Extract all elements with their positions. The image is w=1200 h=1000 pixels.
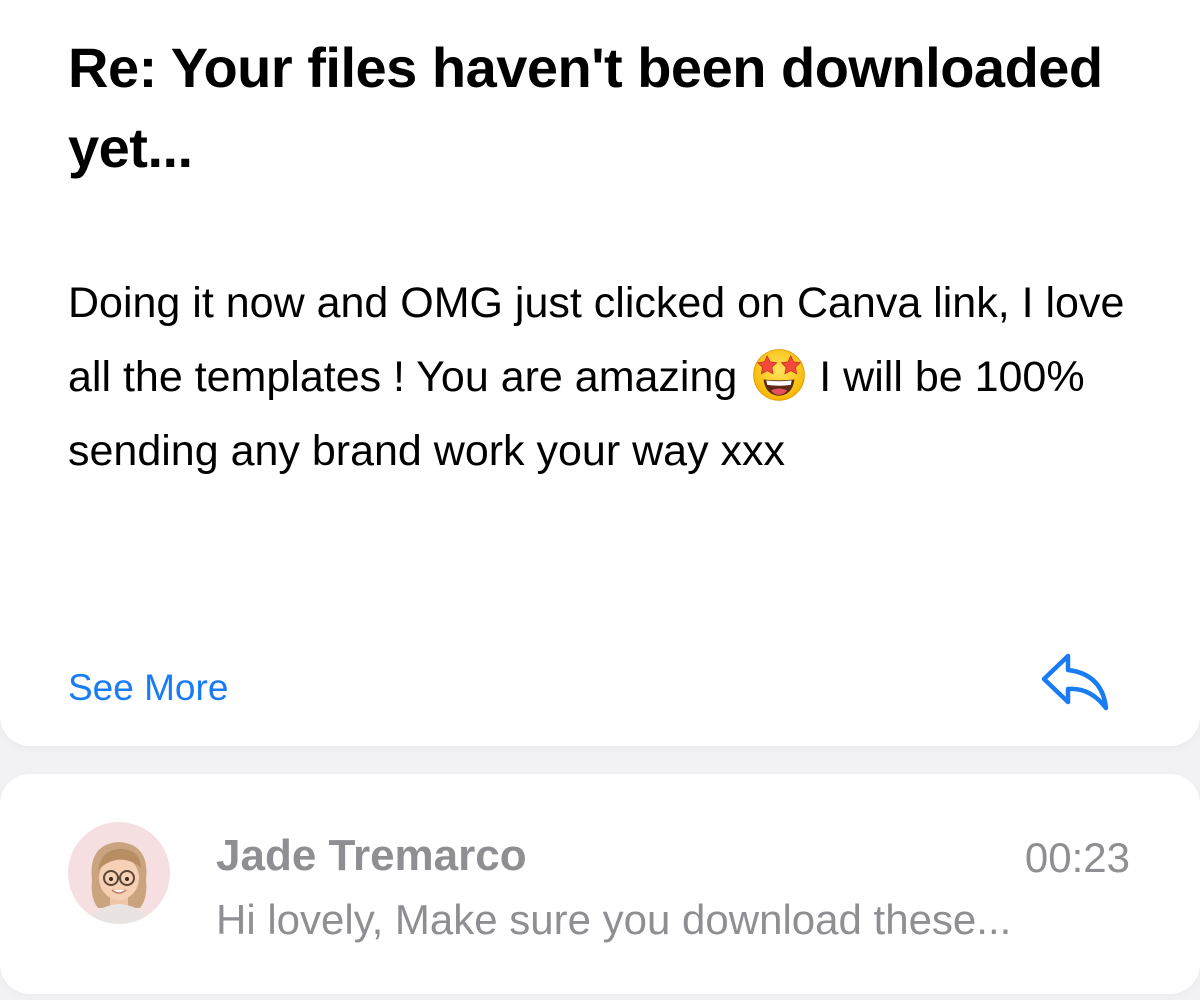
collapsed-message-card[interactable]: Jade Tremarco 00:23 Hi lovely, Make sure…	[0, 774, 1200, 994]
reply-icon[interactable]	[1036, 646, 1116, 718]
message-preview: Hi lovely, Make sure you download these.…	[216, 896, 1012, 943]
sender-name: Jade Tremarco	[216, 831, 527, 880]
message-subject: Re: Your files haven't been downloaded y…	[68, 36, 1103, 179]
star-struck-emoji-icon	[753, 349, 806, 401]
see-more-link[interactable]: See More	[68, 664, 228, 712]
memoji-avatar-icon	[68, 822, 170, 924]
expanded-message-card: Re: Your files haven't been downloaded y…	[0, 0, 1200, 746]
message-time: 00:23	[1024, 834, 1130, 881]
mail-thread-view: Re: Your files haven't been downloaded y…	[0, 0, 1200, 1000]
message-body: Doing it now and OMG just clicked on Can…	[68, 266, 1148, 488]
